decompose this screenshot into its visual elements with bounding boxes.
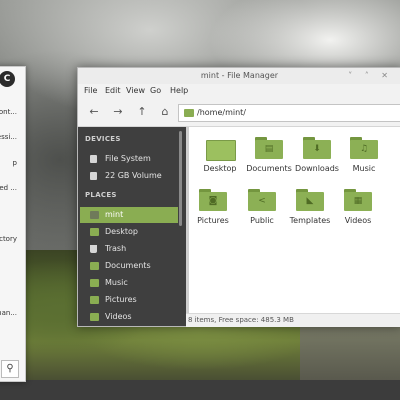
search-icon[interactable]: ⚲ [1,360,19,378]
file-item-label: Public [250,216,274,225]
file-item-videos[interactable]: ▦ Videos [332,179,384,229]
documents-folder-icon: ▤ [255,137,283,159]
folder-icon [90,262,99,270]
file-item-label: Downloads [295,164,339,173]
sidebar-item-mint[interactable]: mint [80,207,178,223]
menu-item[interactable]: essi... [0,133,17,141]
status-bar: 8 items, Free space: 485.3 MB [186,313,400,327]
menu-view[interactable]: View [126,86,145,95]
taskbar [0,380,400,400]
sidebar-item-desktop[interactable]: Desktop [80,224,178,240]
title-bar[interactable]: mint - File Manager ˅ ˄ ✕ [78,68,400,85]
menu-item[interactable]: cont... [0,108,17,116]
forward-arrow-icon[interactable]: → [110,104,126,120]
music-folder-icon: ♫ [350,137,378,159]
folder-icon [184,109,194,117]
file-item-label: Documents [246,164,292,173]
sidebar-item-label: Videos [105,312,132,321]
home-icon[interactable]: ⌂ [157,104,173,120]
sidebar-item-label: Documents [105,261,151,270]
window-controls[interactable]: ˅ ˄ ✕ [348,71,393,80]
menu-item[interactable]: led ... [0,184,17,192]
sidebar-heading-devices: DEVICES [85,135,121,143]
sidebar-item-label: Music [105,278,128,287]
menu-item[interactable]: ctory [0,235,17,243]
sidebar-item-file-system[interactable]: File System [80,151,178,167]
folder-icon [90,296,99,304]
menu-file[interactable]: File [84,86,97,95]
file-item-label: Desktop [203,164,237,173]
sidebar-item-label: Desktop [105,227,138,236]
file-manager-window: mint - File Manager ˅ ˄ ✕ File Edit View… [77,67,400,327]
sidebar: DEVICES File System 22 GB Volume PLACES … [78,127,186,326]
sidebar-item-label: mint [105,210,124,219]
menu-bar: File Edit View Go Help [78,84,400,98]
location-bar[interactable]: /home/mint/ [178,104,400,122]
drive-icon [90,155,97,163]
file-item-pictures[interactable]: ◙ Pictures [187,179,239,229]
menu-item[interactable]: p [0,159,17,167]
folder-icon [90,279,99,287]
menu-item[interactable]: nan... [0,309,17,317]
sidebar-item-trash[interactable]: Trash [80,241,178,257]
status-text: 8 items, Free space: 485.3 MB [188,316,294,324]
sidebar-item-label: 22 GB Volume [105,171,162,180]
sidebar-heading-places: PLACES [85,191,117,199]
file-item-downloads[interactable]: ⬇ Downloads [291,127,343,177]
sidebar-item-documents[interactable]: Documents [80,258,178,274]
sidebar-scrollbar[interactable] [179,131,182,226]
file-item-label: Music [352,164,376,173]
sidebar-item-label: Pictures [105,295,137,304]
desktop-folder-icon [206,137,236,161]
folder-icon [90,313,99,321]
sidebar-item-volume[interactable]: 22 GB Volume [80,168,178,184]
back-arrow-icon[interactable]: ← [86,104,102,120]
file-item-public[interactable]: < Public [236,179,288,229]
file-view: Desktop ▤ Documents ⬇ Downloads ♫ Music … [186,127,400,313]
file-item-templates[interactable]: ◣ Templates [284,179,336,229]
location-path: /home/mint/ [197,108,246,117]
pictures-folder-icon: ◙ [199,189,227,211]
file-item-label: Videos [344,216,372,225]
sidebar-item-label: Trash [105,244,127,253]
sidebar-item-videos[interactable]: Videos [80,309,178,325]
menu-help[interactable]: Help [170,86,188,95]
drive-icon [90,172,97,180]
file-item-desktop[interactable]: Desktop [194,127,246,177]
trash-icon [90,245,97,253]
toolbar: ← → ↑ ⌂ /home/mint/ [78,98,400,127]
application-menu: C cont... essi... p led ... ctory nan...… [0,66,26,382]
folder-icon [90,228,99,236]
sidebar-item-pictures[interactable]: Pictures [80,292,178,308]
videos-folder-icon: ▦ [344,189,372,211]
file-item-documents[interactable]: ▤ Documents [243,127,295,177]
public-folder-icon: < [248,189,276,211]
up-arrow-icon[interactable]: ↑ [134,104,150,120]
content-divider-scrollbar[interactable] [186,127,189,313]
downloads-folder-icon: ⬇ [303,137,331,159]
file-item-music[interactable]: ♫ Music [338,127,390,177]
user-avatar-icon[interactable]: C [0,71,15,87]
wallpaper-ruins [300,320,400,380]
home-folder-icon [90,211,99,219]
sidebar-item-label: File System [105,154,151,163]
menu-go[interactable]: Go [150,86,161,95]
templates-folder-icon: ◣ [296,189,324,211]
file-item-label: Pictures [197,216,229,225]
menu-edit[interactable]: Edit [105,86,121,95]
sidebar-item-music[interactable]: Music [80,275,178,291]
file-item-label: Templates [289,216,331,225]
